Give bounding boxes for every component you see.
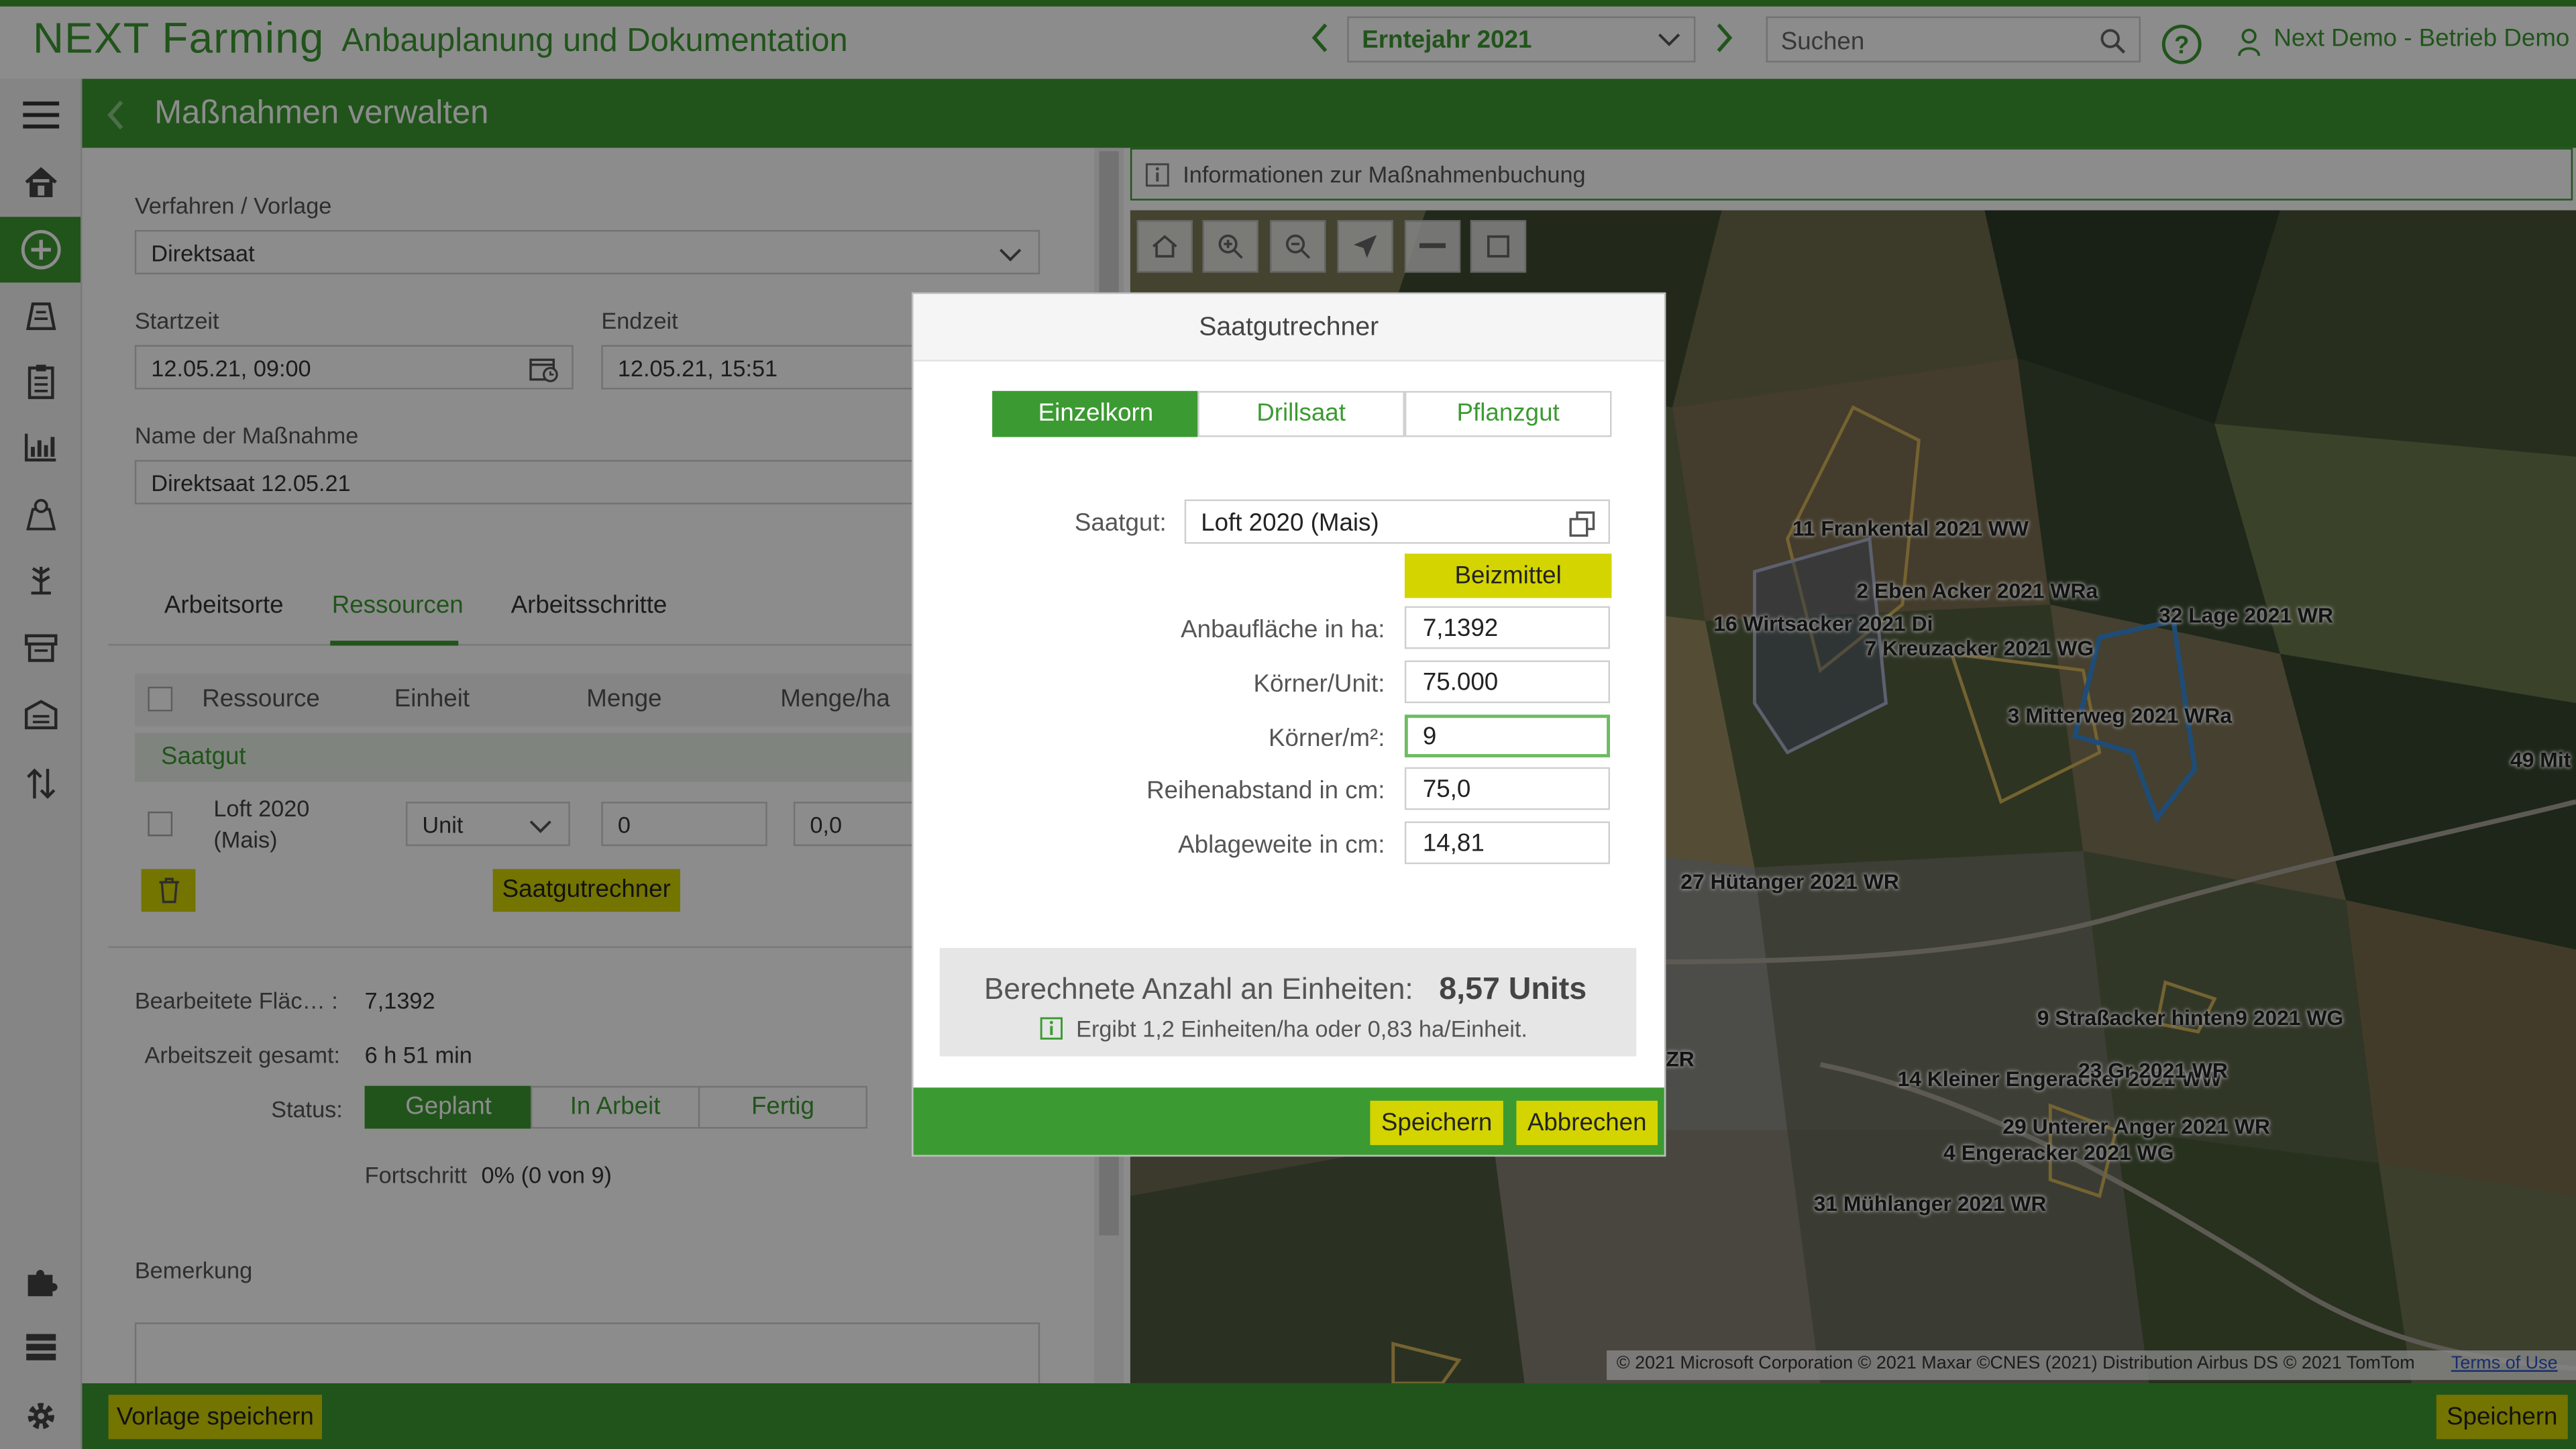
grains-per-sqm-label: Körner/m²: xyxy=(1268,724,1385,753)
grains-per-sqm-input[interactable]: 9 xyxy=(1404,714,1611,757)
cultivation-area-input[interactable]: 7,1392 xyxy=(1404,606,1611,649)
result-value: 8,57 Units xyxy=(1439,972,1587,1008)
dialog-title: Saatgutrechner xyxy=(1199,313,1379,342)
seed-input[interactable]: Loft 2020 (Mais) xyxy=(1184,499,1611,544)
cultivation-area-value: 7,1392 xyxy=(1422,614,1499,643)
result-note: Ergibt 1,2 Einheiten/ha oder 0,83 ha/Ein… xyxy=(1076,1015,1527,1042)
row-spacing-label: Reihenabstand in cm: xyxy=(1146,777,1385,806)
seed-label: Saatgut: xyxy=(1074,509,1167,537)
calculation-result: Berechnete Anzahl an Einheiten: 8,57 Uni… xyxy=(939,948,1637,1057)
tab-drillsaat[interactable]: Drillsaat xyxy=(1197,390,1405,437)
grains-per-unit-value: 75.000 xyxy=(1422,668,1499,697)
row-spacing-input[interactable]: 75,0 xyxy=(1404,767,1611,810)
row-spacing-value: 75,0 xyxy=(1422,775,1471,804)
grains-per-sqm-value: 9 xyxy=(1422,722,1437,751)
open-external-icon[interactable] xyxy=(1569,511,1595,537)
seed-distance-value: 14,81 xyxy=(1422,829,1485,858)
tab-pflanzgut[interactable]: Pflanzgut xyxy=(1404,390,1612,437)
info-icon xyxy=(1040,1017,1063,1040)
grains-per-unit-label: Körner/Unit: xyxy=(1253,670,1385,698)
grains-per-unit-input[interactable]: 75.000 xyxy=(1404,660,1611,704)
tab-einzelkorn[interactable]: Einzelkorn xyxy=(992,390,1199,437)
dialog-cancel-button[interactable]: Abbrechen xyxy=(1516,1100,1658,1145)
dialog-save-button[interactable]: Speichern xyxy=(1370,1100,1503,1145)
dressing-button[interactable]: Beizmittel xyxy=(1404,553,1612,598)
seed-distance-label: Ablageweite in cm: xyxy=(1178,831,1385,859)
result-label: Berechnete Anzahl an Einheiten: xyxy=(983,972,1413,1006)
seed-distance-input[interactable]: 14,81 xyxy=(1404,821,1611,865)
seed-value: Loft 2020 (Mais) xyxy=(1201,509,1379,537)
cultivation-area-label: Anbaufläche in ha: xyxy=(1181,616,1385,645)
